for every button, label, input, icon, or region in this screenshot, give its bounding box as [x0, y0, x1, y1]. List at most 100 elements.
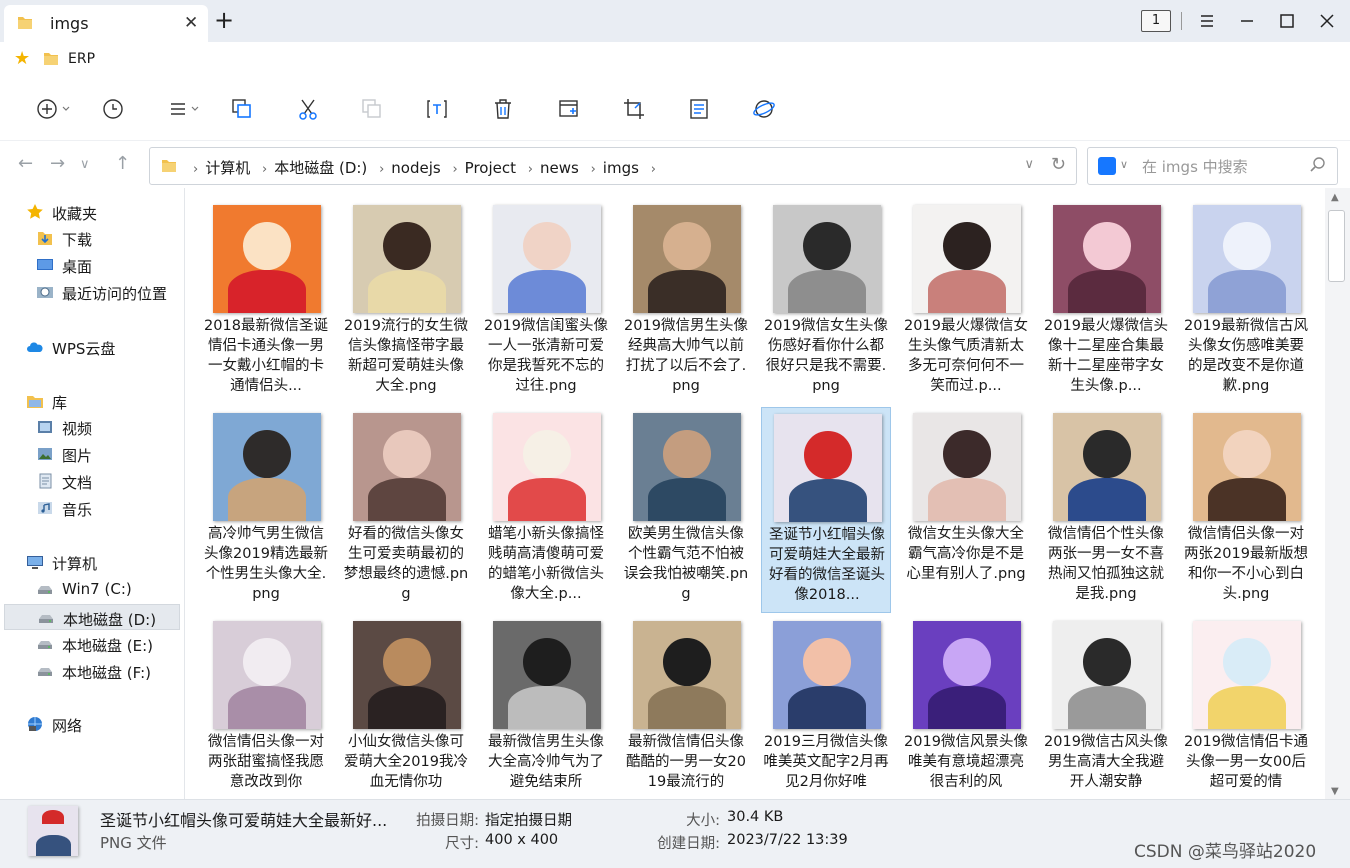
sidebar-item[interactable]: 图片	[4, 441, 180, 467]
sidebar-item[interactable]: 下载	[4, 225, 180, 251]
crop-icon[interactable]	[621, 96, 647, 122]
file-item[interactable]: 微信情侣头像一对两张2019最新版想和你一不小心到白头.png	[1181, 407, 1311, 613]
scroll-down-icon[interactable]: ▼	[1331, 786, 1339, 797]
close-window-icon[interactable]	[1314, 8, 1340, 34]
scroll-up-icon[interactable]: ▲	[1331, 192, 1339, 203]
window-count-button[interactable]: 1	[1141, 10, 1171, 32]
sidebar-item[interactable]: WPS云盘	[4, 334, 180, 360]
sidebar-item[interactable]: Win7 (C:)	[4, 576, 180, 602]
breadcrumb-item[interactable]: imgs	[603, 159, 639, 177]
selected-file-type: PNG 文件	[100, 834, 167, 852]
file-item[interactable]: 最新微信情侣头像酷酷的一男一女2019最流行的	[621, 615, 751, 799]
history-dropdown-icon[interactable]: ∨	[80, 157, 90, 172]
paste-icon[interactable]	[359, 96, 385, 122]
date-taken-value[interactable]: 指定拍摄日期	[485, 809, 572, 830]
delete-icon[interactable]	[490, 96, 516, 122]
file-item[interactable]: 微信情侣头像一对两张甜蜜搞怪我愿意改改到你	[201, 615, 331, 799]
tab-title: imgs	[50, 14, 89, 33]
chevron-down-icon[interactable]: ∨	[1024, 157, 1034, 172]
minimize-icon[interactable]	[1234, 8, 1260, 34]
new-tab-button[interactable]: +	[214, 6, 234, 34]
properties-icon[interactable]	[686, 96, 712, 122]
file-item[interactable]: 2019微信风景头像唯美有意境超漂亮很吉利的风	[901, 615, 1031, 799]
breadcrumb-item[interactable]: 计算机	[205, 159, 250, 177]
file-item[interactable]: 2019微信闺蜜头像一人一张清新可爱你是我誓死不忘的过往.png	[481, 199, 611, 405]
chevron-right-icon[interactable]: ›	[262, 162, 267, 177]
vertical-scrollbar[interactable]: ▲ ▼	[1325, 188, 1350, 799]
file-item[interactable]: 蜡笔小新头像搞怪贱萌高清傻萌可爱的蜡笔小新微信头像大全.p...	[481, 407, 611, 613]
star-icon[interactable]: ★	[14, 48, 30, 69]
file-item[interactable]: 2019最火爆微信头像十二星座合集最新十二星座带字女生头像.p...	[1041, 199, 1171, 405]
file-item[interactable]: 2019微信男生头像经典高大帅气以前打扰了以后不会了.png	[621, 199, 751, 405]
file-item[interactable]: 小仙女微信头像可爱萌大全2019我冷血无情你功	[341, 615, 471, 799]
chevron-right-icon[interactable]: ›	[452, 162, 457, 177]
breadcrumb-item[interactable]: news	[540, 159, 579, 177]
back-arrow-icon[interactable]: ←	[18, 153, 33, 174]
address-bar[interactable]: › 计算机 › 本地磁盘 (D:) › nodejs › Project › news ›…	[149, 147, 1077, 185]
recent-icon[interactable]	[100, 96, 126, 122]
forward-arrow-icon[interactable]: →	[50, 153, 65, 174]
view-options-button[interactable]	[166, 96, 206, 122]
file-item[interactable]: 2019最新微信古风头像女伤感唯美要的是改变不是你道歉.png	[1181, 199, 1311, 405]
maximize-icon[interactable]	[1274, 8, 1300, 34]
up-arrow-icon[interactable]: ↑	[115, 153, 130, 174]
sidebar-item[interactable]: 文档	[4, 468, 180, 494]
image-thumbnail	[213, 621, 321, 729]
breadcrumb-item[interactable]: 本地磁盘 (D:)	[274, 159, 367, 177]
file-item[interactable]: 2019微信古风头像男生高清大全我避开人潮安静	[1041, 615, 1171, 799]
file-item[interactable]: 2019流行的女生微信头像搞怪带字最新超可爱萌娃头像大全.png	[341, 199, 471, 405]
copy-icon[interactable]	[229, 96, 255, 122]
refresh-icon[interactable]: ↻	[1051, 154, 1066, 175]
file-item[interactable]: 2019最火爆微信女生头像气质清新太多无可奈何何不一笑而过.p...	[901, 199, 1031, 405]
search-input[interactable]: 在 imgs 中搜索	[1142, 156, 1248, 177]
file-item[interactable]: 2018最新微信圣诞情侣卡通头像一男一女戴小红帽的卡通情侣头...	[201, 199, 331, 405]
chevron-right-icon[interactable]: ›	[193, 162, 198, 177]
file-item[interactable]: 2019微信女生头像伤感好看你什么都很好只是我不需要.png	[761, 199, 891, 405]
new-window-icon[interactable]	[556, 96, 582, 122]
breadcrumb-item[interactable]: Project	[465, 159, 516, 177]
sidebar-item-label: 收藏夹	[52, 205, 98, 223]
search-icon[interactable]	[1309, 156, 1327, 178]
image-thumbnail	[913, 621, 1021, 729]
sidebar-item[interactable]: 网络	[4, 711, 180, 737]
sidebar-item[interactable]: 桌面	[4, 252, 180, 278]
breadcrumb-item[interactable]: nodejs	[391, 159, 440, 177]
chevron-right-icon[interactable]: ›	[651, 162, 656, 177]
sidebar-item[interactable]: 音乐	[4, 495, 180, 521]
file-item[interactable]: 高冷帅气男生微信头像2019精选最新个性男生头像大全.png	[201, 407, 331, 613]
file-name: 最新微信男生头像大全高冷帅气为了避免结束所	[488, 734, 604, 790]
file-item[interactable]: 微信情侣个性头像两张一男一女不喜热闹又怕孤独这就是我.png	[1041, 407, 1171, 613]
chevron-right-icon[interactable]: ›	[379, 162, 384, 177]
search-engine-icon[interactable]	[1098, 157, 1116, 175]
browser-icon[interactable]	[751, 96, 777, 122]
file-item[interactable]: 最新微信男生头像大全高冷帅气为了避免结束所	[481, 615, 611, 799]
new-item-button[interactable]	[36, 96, 76, 122]
chevron-right-icon[interactable]: ›	[591, 162, 596, 177]
sidebar-item[interactable]: 计算机	[4, 549, 180, 575]
sidebar-item[interactable]: 本地磁盘 (D:)	[4, 604, 180, 630]
file-item[interactable]: 2019微信情侣卡通头像一男一女00后超可爱的情	[1181, 615, 1311, 799]
file-item[interactable]: 好看的微信头像女生可爱卖萌最初的梦想最终的遗憾.png	[341, 407, 471, 613]
sidebar-item-label: 文档	[62, 474, 93, 492]
sidebar-item[interactable]: 最近访问的位置	[4, 279, 180, 305]
file-item[interactable]: 2019三月微信头像唯美英文配字2月再见2月你好唯	[761, 615, 891, 799]
sidebar-item[interactable]: 库	[4, 388, 180, 414]
bookmark-erp[interactable]: ERP	[68, 51, 95, 67]
cut-icon[interactable]	[295, 96, 321, 122]
chevron-down-icon[interactable]: ∨	[1120, 158, 1128, 171]
file-item[interactable]: 圣诞节小红帽头像可爱萌娃大全最新好看的微信圣诞头像2018...	[761, 407, 891, 613]
image-thumbnail	[493, 205, 601, 313]
chevron-right-icon[interactable]: ›	[528, 162, 533, 177]
rename-icon[interactable]	[424, 96, 450, 122]
sidebar-item[interactable]: 本地磁盘 (E:)	[4, 631, 180, 657]
sidebar-item[interactable]: 收藏夹	[4, 199, 180, 225]
sidebar-item[interactable]: 视频	[4, 414, 180, 440]
menu-icon[interactable]	[1194, 8, 1220, 34]
search-box[interactable]: ∨ 在 imgs 中搜索	[1087, 147, 1338, 185]
file-item[interactable]: 欧美男生微信头像个性霸气范不怕被误会我怕被嘲笑.png	[621, 407, 751, 613]
sidebar-item[interactable]: 本地磁盘 (F:)	[4, 658, 180, 684]
close-tab-icon[interactable]: ✕	[184, 13, 198, 33]
tab-imgs[interactable]: imgs ✕	[4, 5, 208, 42]
file-item[interactable]: 微信女生头像大全霸气高冷你是不是心里有别人了.png	[901, 407, 1031, 613]
scrollbar-thumb[interactable]	[1328, 210, 1345, 282]
